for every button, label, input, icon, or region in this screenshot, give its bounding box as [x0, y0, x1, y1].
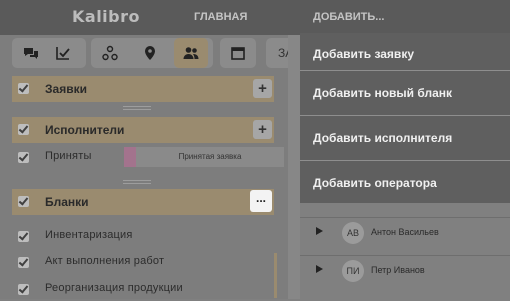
location-pin-icon[interactable] [133, 38, 167, 68]
checkbox[interactable] [18, 124, 29, 135]
menu-item-label: Добавить оператора [313, 176, 437, 190]
list-item[interactable]: Инвентаризация [12, 224, 274, 248]
nav-home[interactable]: ГЛАВНАЯ [194, 11, 247, 23]
section-requests[interactable]: Заявки + [12, 76, 274, 102]
list-item[interactable]: Приняты Принятая заявка [12, 145, 284, 169]
divider [300, 160, 510, 161]
list-item-label: Приняты [45, 150, 92, 162]
list-item[interactable]: ПИ Петр Иванов [300, 255, 510, 288]
list-item[interactable]: Акт выполнения работ [12, 250, 274, 274]
nav-add[interactable]: ДОБАВИТЬ... [313, 11, 384, 23]
menu-item-label: Добавить новый бланк [313, 86, 453, 100]
people-list: АВ Антон Васильев ПИ Петр Иванов [300, 200, 510, 299]
add-executor-button[interactable]: + [253, 120, 272, 139]
avatar: АВ [342, 222, 364, 244]
more-menu-button[interactable]: ... [250, 190, 272, 212]
add-request-button[interactable]: + [253, 79, 272, 98]
checkbox[interactable] [18, 231, 29, 242]
chat-icon[interactable] [14, 38, 48, 68]
checklist-icon[interactable] [46, 38, 80, 68]
menu-item-label: Добавить заявку [313, 47, 414, 61]
panel-divider[interactable] [288, 35, 300, 299]
menu-item-add-executor[interactable]: Добавить исполнителя [300, 117, 510, 161]
status-label: Принятая заявка [136, 147, 284, 167]
list-item-label: Реорганизация продукции [45, 282, 183, 294]
expand-arrow-icon[interactable] [316, 265, 323, 273]
checkbox[interactable] [18, 152, 29, 163]
list-item-label: Акт выполнения работ [45, 255, 165, 267]
app-logo[interactable]: Kalibro [72, 7, 140, 26]
section-label: Бланки [45, 195, 89, 209]
menu-item-label: Добавить исполнителя [313, 131, 453, 145]
toolbar: ЗАЯ [0, 35, 302, 75]
expand-arrow-icon[interactable] [316, 227, 323, 235]
section-executors[interactable]: Исполнители + [12, 117, 274, 143]
divider [300, 115, 510, 116]
list-item-label: Инвентаризация [45, 229, 133, 241]
share-icon[interactable] [93, 38, 127, 68]
scrollbar-thumb[interactable] [274, 253, 277, 298]
resize-handle[interactable] [123, 106, 151, 110]
section-label: Заявки [45, 82, 87, 96]
divider [300, 70, 510, 71]
status-color-swatch [124, 147, 136, 167]
menu-item-add-operator[interactable]: Добавить оператора [300, 162, 510, 206]
resize-handle[interactable] [123, 180, 151, 184]
section-forms[interactable]: Бланки ... [12, 189, 274, 215]
person-name: Петр Иванов [371, 265, 425, 275]
list-item[interactable]: Реорганизация продукции [12, 277, 274, 301]
calendar-icon[interactable] [221, 38, 255, 68]
avatar: ПИ [342, 260, 364, 282]
person-name: Антон Васильев [371, 227, 439, 237]
menu-item-add-form[interactable]: Добавить новый бланк [300, 72, 510, 116]
checkbox[interactable] [18, 196, 29, 207]
section-label: Исполнители [45, 123, 125, 137]
checkbox[interactable] [18, 257, 29, 268]
list-item[interactable]: АВ Антон Васильев [300, 217, 510, 250]
checkbox[interactable] [18, 83, 29, 94]
users-icon[interactable] [174, 38, 208, 68]
left-panel: ЗАЯ Заявки + Исполнители + Приняты Приня… [0, 35, 302, 301]
top-bar: Kalibro ГЛАВНАЯ ДОБАВИТЬ... [0, 0, 510, 35]
add-dropdown-menu: Добавить заявку Добавить новый бланк Доб… [300, 33, 510, 203]
checkbox[interactable] [18, 284, 29, 295]
